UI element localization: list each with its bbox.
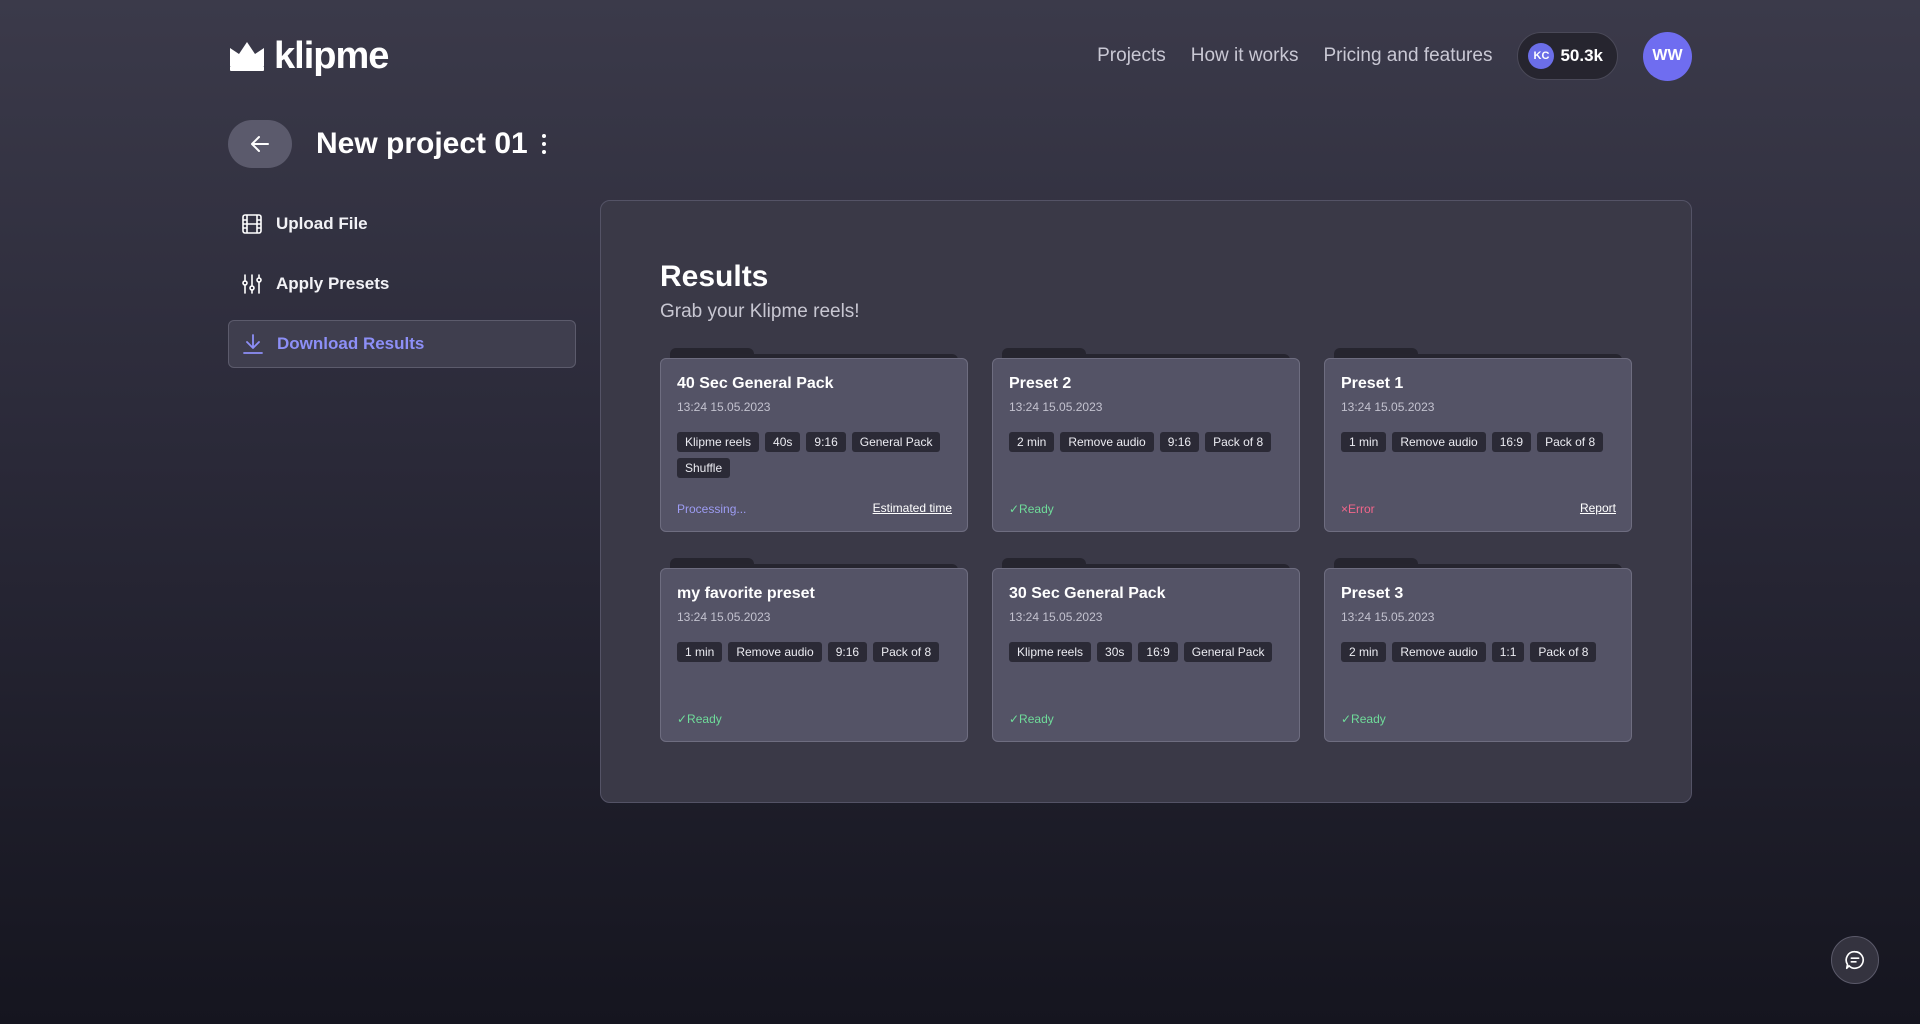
sidebar-item-label: Download Results	[277, 334, 425, 353]
status-error: ×Error	[1341, 502, 1375, 516]
tag: 1 min	[677, 642, 723, 662]
card-tags: Klipme reels 30s 16:9 General Pack	[1009, 642, 1289, 662]
chat-bubble-icon	[1845, 950, 1864, 970]
card-title: 30 Sec General Pack	[1009, 585, 1166, 602]
card-date: 13:24 15.05.2023	[1341, 610, 1435, 624]
sliders-icon	[242, 274, 262, 294]
logo-text: klipme	[274, 34, 389, 77]
tag: 40s	[765, 432, 801, 452]
result-card[interactable]: Preset 2 13:24 15.05.2023 2 min Remove a…	[992, 348, 1300, 534]
sidebar-item-download-results[interactable]: Download Results	[228, 320, 576, 368]
card-tags: 1 min Remove audio 16:9 Pack of 8	[1341, 432, 1621, 452]
card-title: Preset 3	[1341, 585, 1404, 602]
nav-pricing[interactable]: Pricing and features	[1323, 45, 1492, 67]
logo[interactable]: klipme	[228, 34, 389, 78]
tag: 9:16	[1159, 432, 1200, 452]
tag: 2 min	[1341, 642, 1387, 662]
tag: 1:1	[1491, 642, 1525, 662]
more-vertical-icon[interactable]	[541, 134, 546, 154]
avatar[interactable]: WW	[1643, 31, 1692, 81]
nav-how-it-works[interactable]: How it works	[1191, 45, 1299, 67]
tag: Pack of 8	[1530, 642, 1597, 662]
status-ready: ✓Ready	[1341, 712, 1386, 726]
page-title: New project 01	[316, 127, 528, 160]
card-tags: Klipme reels 40s 9:16 General Pack Shuff…	[677, 432, 957, 478]
sidebar: Upload File Apply Presets Download Resul…	[228, 200, 576, 380]
arrow-left-icon	[251, 136, 269, 152]
sidebar-item-upload-file[interactable]: Upload File	[228, 200, 576, 248]
card-title: 40 Sec General Pack	[677, 375, 834, 392]
tag: General Pack	[1183, 642, 1273, 662]
results-subtitle: Grab your Klipme reels!	[660, 301, 860, 322]
result-card[interactable]: Preset 1 13:24 15.05.2023 1 min Remove a…	[1324, 348, 1632, 534]
sidebar-item-label: Upload File	[276, 214, 368, 233]
card-date: 13:24 15.05.2023	[1341, 400, 1435, 414]
tag: Remove audio	[728, 642, 822, 662]
tag: Remove audio	[1060, 432, 1154, 452]
nav-projects[interactable]: Projects	[1097, 45, 1166, 67]
credits-value: 50.3k	[1560, 46, 1603, 65]
back-button[interactable]	[228, 120, 292, 168]
card-date: 13:24 15.05.2023	[1009, 610, 1103, 624]
card-tags: 2 min Remove audio 1:1 Pack of 8	[1341, 642, 1621, 662]
results-title: Results	[660, 260, 769, 293]
title-bar: New project 01	[228, 120, 546, 168]
result-card[interactable]: Preset 3 13:24 15.05.2023 2 min Remove a…	[1324, 558, 1632, 744]
tag: 9:16	[806, 432, 846, 452]
tag: 2 min	[1009, 432, 1055, 452]
result-card[interactable]: 40 Sec General Pack 13:24 15.05.2023 Kli…	[660, 348, 968, 534]
result-card[interactable]: 30 Sec General Pack 13:24 15.05.2023 Kli…	[992, 558, 1300, 744]
card-title: my favorite preset	[677, 585, 815, 602]
tag: Klipme reels	[677, 432, 760, 452]
tag: Remove audio	[1392, 432, 1486, 452]
card-date: 13:24 15.05.2023	[677, 610, 771, 624]
download-icon	[243, 334, 263, 354]
report-link[interactable]: Report	[1580, 501, 1616, 515]
tag: 16:9	[1138, 642, 1178, 662]
tag: Klipme reels	[1009, 642, 1092, 662]
film-icon	[242, 214, 262, 234]
tag: 1 min	[1341, 432, 1387, 452]
credits-pill[interactable]: KC 50.3k	[1517, 32, 1618, 80]
card-date: 13:24 15.05.2023	[1009, 400, 1103, 414]
card-tags: 2 min Remove audio 9:16 Pack of 8	[1009, 432, 1289, 452]
card-tags: 1 min Remove audio 9:16 Pack of 8	[677, 642, 957, 662]
tag: Shuffle	[677, 458, 731, 478]
estimated-time-link[interactable]: Estimated time	[873, 501, 952, 515]
credits-badge: KC	[1528, 43, 1555, 69]
top-nav: Projects How it works Pricing and featur…	[1097, 31, 1692, 81]
tag: Remove audio	[1392, 642, 1486, 662]
tag: 30s	[1097, 642, 1133, 662]
sidebar-item-label: Apply Presets	[276, 274, 390, 293]
card-date: 13:24 15.05.2023	[677, 400, 771, 414]
result-card[interactable]: my favorite preset 13:24 15.05.2023 1 mi…	[660, 558, 968, 744]
crown-logo-icon	[230, 42, 264, 71]
tag: Pack of 8	[1205, 432, 1272, 452]
card-title: Preset 2	[1009, 375, 1072, 392]
status-ready: ✓Ready	[1009, 712, 1054, 726]
tag: 9:16	[827, 642, 868, 662]
tag: 16:9	[1491, 432, 1532, 452]
card-title: Preset 1	[1341, 375, 1404, 392]
status-ready: ✓Ready	[1009, 502, 1054, 516]
status-ready: ✓Ready	[677, 712, 722, 726]
tag: General Pack	[851, 432, 941, 452]
chat-button[interactable]	[1831, 936, 1879, 984]
tag: Pack of 8	[873, 642, 940, 662]
results-panel: Results Grab your Klipme reels! 40 Sec G…	[600, 200, 1692, 803]
sidebar-item-apply-presets[interactable]: Apply Presets	[228, 260, 576, 308]
status-processing: Processing...	[677, 502, 747, 516]
tag: Pack of 8	[1537, 432, 1604, 452]
header: klipme Projects How it works Pricing and…	[228, 30, 1692, 82]
